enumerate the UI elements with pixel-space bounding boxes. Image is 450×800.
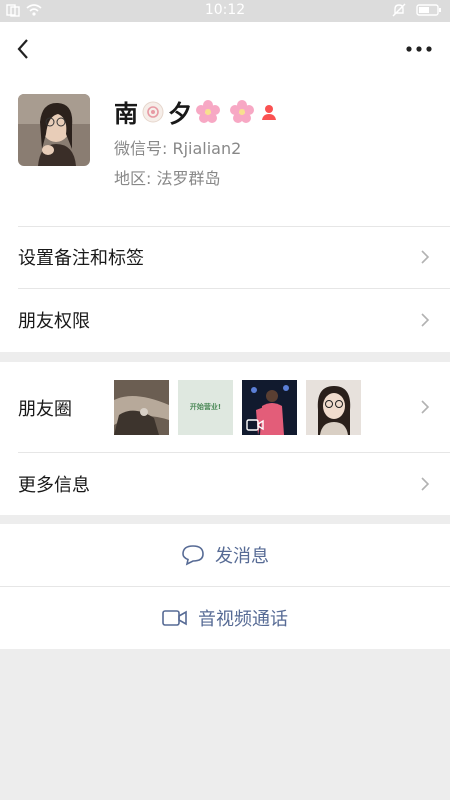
female-gender-icon: [262, 104, 276, 120]
avatar[interactable]: [18, 94, 90, 166]
row-friend-permissions-label: 朋友权限: [18, 311, 90, 332]
status-right-icons: [392, 3, 442, 17]
cherry-blossom-icon: [196, 99, 220, 123]
chevron-right-icon: [421, 477, 430, 491]
more-options-button[interactable]: [404, 34, 434, 64]
row-moments[interactable]: 朋友圈 开始营业!: [0, 362, 450, 452]
row-remark-tags-label: 设置备注和标签: [18, 248, 144, 269]
moments-thumbnails: 开始营业!: [114, 380, 361, 435]
video-call-button[interactable]: 音视频通话: [0, 586, 450, 649]
divider: [18, 226, 450, 227]
avatar-photo: [18, 94, 90, 166]
row-moments-label: 朋友圈: [18, 399, 72, 420]
moments-thumb[interactable]: [114, 380, 169, 435]
profile-header: 南 夕 微信号: Rjialian2 地区: 法罗群岛: [0, 78, 450, 226]
status-time: 10:12: [204, 2, 246, 18]
row-remark-tags[interactable]: 设置备注和标签: [0, 226, 450, 288]
video-camera-icon: [246, 419, 264, 431]
wechat-id: 微信号: Rjialian2: [114, 139, 242, 158]
mute-bell-icon: [392, 3, 406, 17]
chat-bubble-icon: [182, 545, 204, 566]
moments-thumb[interactable]: 开始营业!: [178, 380, 233, 435]
divider: [0, 586, 450, 587]
more-dots-icon: [406, 46, 432, 52]
back-arrow-icon: [17, 39, 28, 59]
send-message-label: 发消息: [215, 546, 269, 567]
video-call-icon: [162, 610, 187, 626]
moments-thumb-text: 开始营业!: [189, 403, 222, 411]
video-call-label: 音视频通话: [198, 609, 288, 630]
navigation-bar: [0, 22, 450, 78]
moments-thumb-video[interactable]: [242, 380, 297, 435]
region: 地区: 法罗群岛: [114, 169, 221, 188]
chevron-right-icon: [421, 250, 430, 264]
divider: [18, 452, 450, 453]
cherry-blossom-icon: [230, 99, 254, 123]
profile-name-prefix: 南: [114, 100, 138, 128]
moments-photo-4: [306, 380, 361, 435]
row-friend-permissions[interactable]: 朋友权限: [0, 288, 450, 352]
back-button[interactable]: [10, 34, 40, 64]
moments-photo-1: [114, 380, 169, 435]
divider: [18, 288, 450, 289]
mochi-emoji-icon: [142, 101, 164, 122]
send-message-button[interactable]: 发消息: [0, 524, 450, 586]
row-more-info[interactable]: 更多信息: [0, 452, 450, 515]
status-bar: 10:12: [0, 0, 450, 22]
chevron-right-icon: [421, 313, 430, 327]
chevron-right-icon: [421, 400, 430, 414]
moments-thumb[interactable]: [306, 380, 361, 435]
profile-name-mid: 夕: [168, 100, 192, 128]
battery-icon: [416, 4, 441, 16]
row-more-info-label: 更多信息: [18, 475, 90, 496]
name-row: 南 夕: [114, 94, 278, 129]
